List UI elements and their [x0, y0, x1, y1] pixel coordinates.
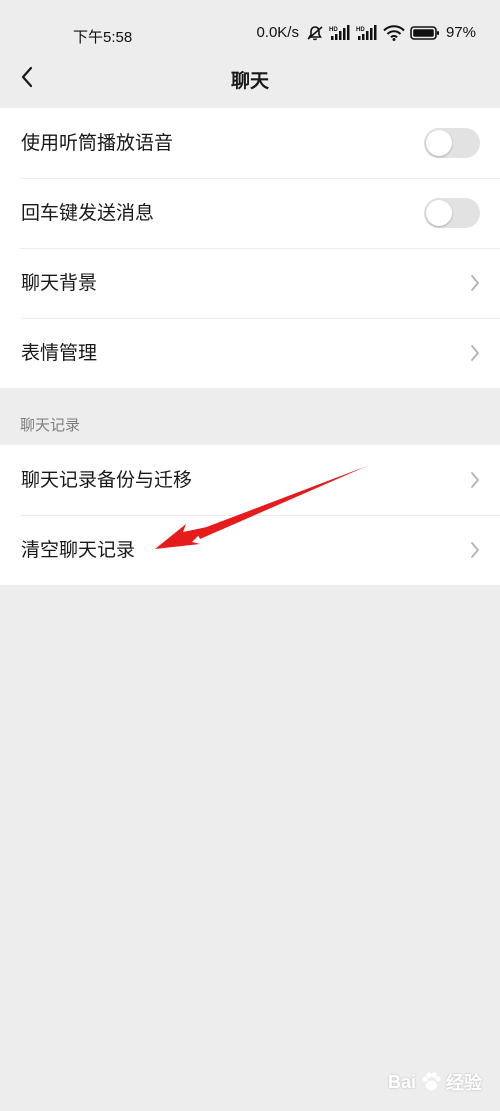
watermark-text: 经验: [446, 1073, 482, 1093]
baidu-watermark: Bai 经验: [388, 1069, 482, 1095]
watermark-brand: Bai: [387, 1071, 416, 1092]
paw-icon: [422, 1072, 441, 1091]
annotation-arrow-icon: [155, 466, 367, 549]
